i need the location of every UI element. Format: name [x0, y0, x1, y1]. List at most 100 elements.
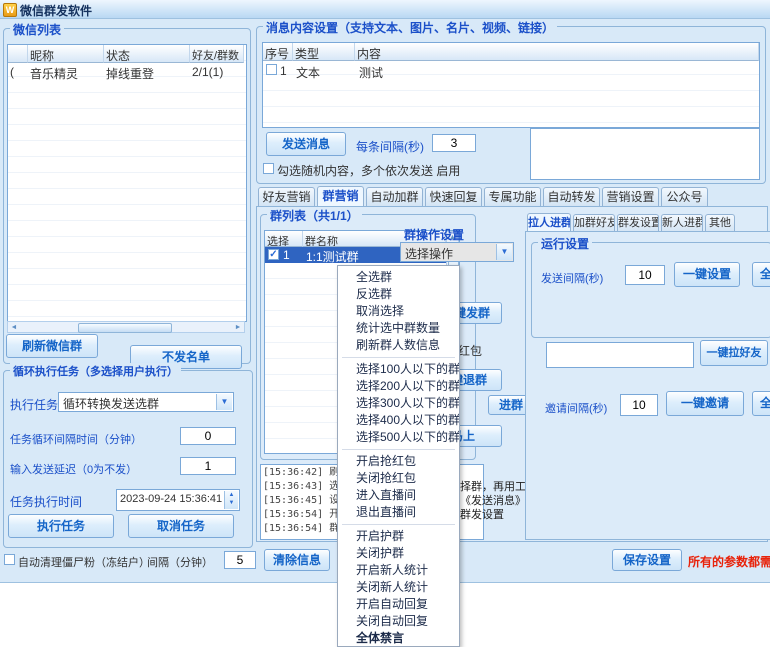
menu-separator	[342, 449, 455, 450]
menu-item-count-selected[interactable]: 统计选中群数量	[338, 320, 459, 337]
menu-item-refresh-counts[interactable]: 刷新群人数信息	[338, 337, 459, 354]
menu-item-cancel-selection[interactable]: 取消选择	[338, 303, 459, 320]
tab-friend-marketing[interactable]: 好友营销	[258, 187, 315, 206]
tab-marketing-settings[interactable]: 营销设置	[602, 187, 659, 206]
cancel-task-button[interactable]: 取消任务	[128, 514, 234, 538]
account-list-title: 微信列表	[10, 21, 64, 38]
subtab-send-settings[interactable]: 群发设置	[617, 214, 659, 232]
invite-gap-input[interactable]	[620, 394, 658, 416]
account-col-counts[interactable]: 好友/群数	[190, 45, 244, 63]
account-row-status[interactable]: 掉线重登	[106, 65, 188, 82]
message-table[interactable]: 序号 类型 内容 1 文本 测试	[262, 42, 760, 128]
task-time-picker[interactable]: 2023-09-24 15:36:41 ▲▼	[116, 489, 240, 511]
menu-item-enter-live[interactable]: 进入直播间	[338, 487, 459, 504]
task-delay-label: 输入发送延迟（0为不发）	[10, 461, 137, 477]
window-title: 微信群发软件	[20, 2, 92, 19]
autoclean-label: 自动清理僵尸粉（冻结户）	[18, 554, 150, 570]
menu-item-select-under-100[interactable]: 选择100人以下的群	[338, 361, 459, 378]
clear-info-button[interactable]: 清除信息	[264, 549, 330, 571]
account-col-status[interactable]: 状态	[104, 45, 190, 63]
menu-item-select-under-400[interactable]: 选择400人以下的群	[338, 412, 459, 429]
chevron-down-icon[interactable]: ▼	[496, 244, 512, 260]
menu-item-select-under-200[interactable]: 选择200人以下的群	[338, 378, 459, 395]
subtab-new-member[interactable]: 新人进群	[661, 214, 703, 232]
task-exec-label: 执行任务	[10, 396, 58, 413]
message-row-no: 1	[280, 64, 287, 78]
menu-item-enable-newcomer-stats[interactable]: 开启新人统计	[338, 562, 459, 579]
menu-item-exit-live[interactable]: 退出直播间	[338, 504, 459, 521]
friend-name-input[interactable]	[546, 342, 694, 368]
message-col-content[interactable]: 内容	[355, 43, 759, 61]
group-row-checkbox[interactable]: ✓	[268, 249, 279, 260]
menu-item-mute-all[interactable]: 全体禁言	[338, 630, 459, 647]
scroll-thumb[interactable]	[78, 323, 172, 333]
message-col-no[interactable]: 序号	[263, 43, 293, 61]
group-op-select[interactable]: 选择操作 ▼	[400, 242, 514, 262]
scroll-left-icon[interactable]: ◄	[9, 323, 19, 333]
random-content-checkbox[interactable]	[263, 163, 274, 174]
account-table[interactable]: 昵称 状态 好友/群数 ( 音乐精灵 掉线重登 2/1(1)	[7, 44, 247, 322]
spinner-icon[interactable]: ▲▼	[224, 491, 238, 509]
group-col-select[interactable]: 选择	[265, 231, 303, 247]
account-row-nick[interactable]: 音乐精灵	[30, 65, 102, 82]
menu-item-disable-newcomer-stats[interactable]: 关闭新人统计	[338, 579, 459, 596]
tab-official-account[interactable]: 公众号	[661, 187, 708, 206]
title-bar[interactable]: W 微信群发软件	[0, 0, 770, 19]
message-row-checkbox[interactable]	[266, 64, 277, 75]
invite-more-button[interactable]: 全选	[752, 391, 770, 416]
refresh-groups-button[interactable]: 刷新微信群	[6, 334, 98, 358]
one-click-pull-friend-button[interactable]: 一键拉好友	[700, 340, 768, 366]
one-click-invite-button[interactable]: 一键邀请	[666, 391, 744, 416]
menu-item-enable-autoreply[interactable]: 开启自动回复	[338, 596, 459, 613]
tab-auto-forward[interactable]: 自动转发	[543, 187, 600, 206]
subtab-pull-into-group[interactable]: 拉人进群	[527, 213, 571, 232]
menu-item-select-under-500[interactable]: 选择500人以下的群	[338, 429, 459, 446]
menu-item-select-all[interactable]: 全选群	[338, 269, 459, 286]
menu-item-enable-redpacket[interactable]: 开启抢红包	[338, 453, 459, 470]
setup-more-button[interactable]: 全选	[752, 262, 770, 287]
send-gap-input[interactable]	[625, 265, 665, 285]
message-extra-textarea[interactable]	[530, 128, 760, 180]
chevron-down-icon[interactable]: ▼	[216, 394, 232, 410]
message-title: 消息内容设置（支持文本、图片、名片、视频、链接）	[263, 19, 557, 36]
menu-item-invert-selection[interactable]: 反选群	[338, 286, 459, 303]
send-message-button[interactable]: 发送消息	[266, 132, 346, 156]
menu-item-enable-guard[interactable]: 开启护群	[338, 528, 459, 545]
tab-group-marketing[interactable]: 群营销	[317, 186, 364, 206]
invite-gap-label: 邀请间隔(秒)	[545, 400, 607, 416]
group-row-name: 1:1测试群	[306, 248, 359, 265]
menu-item-select-under-300[interactable]: 选择300人以下的群	[338, 395, 459, 412]
subtab-other[interactable]: 其他	[705, 214, 735, 232]
task-delay-input[interactable]	[180, 457, 236, 475]
task-exec-select[interactable]: 循环转换发送选群 ▼	[58, 392, 234, 412]
group-list-title: 群列表（共1/1）	[267, 207, 362, 224]
tab-special-functions[interactable]: 专属功能	[484, 187, 541, 206]
scroll-right-icon[interactable]: ►	[233, 323, 243, 333]
account-row-counts[interactable]: 2/1(1)	[192, 65, 244, 79]
subtab-add-group-friends[interactable]: 加群好友	[573, 214, 615, 232]
message-row-type[interactable]: 文本	[296, 64, 352, 81]
message-interval-input[interactable]	[432, 134, 476, 152]
autoclean-interval-label: 间隔（分钟）	[147, 554, 213, 570]
menu-item-disable-guard[interactable]: 关闭护群	[338, 545, 459, 562]
group-op-value: 选择操作	[405, 245, 495, 262]
account-hscrollbar[interactable]: ◄ ►	[7, 321, 245, 333]
save-warning-text: 所有的参数都需要保存	[688, 553, 770, 570]
save-settings-button[interactable]: 保存设置	[612, 549, 682, 571]
task-time-label: 任务执行时间	[10, 493, 82, 510]
tab-quick-reply[interactable]: 快速回复	[425, 187, 482, 206]
message-row-content[interactable]: 测试	[359, 64, 755, 81]
run-task-button[interactable]: 执行任务	[8, 514, 114, 538]
task-loop-input[interactable]	[180, 427, 236, 445]
account-col-nick[interactable]: 昵称	[28, 45, 104, 63]
task-loop-label: 任务循环间隔时间（分钟）	[10, 431, 142, 447]
autoclean-input[interactable]	[224, 551, 256, 569]
one-click-setup-button[interactable]: 一键设置	[674, 262, 740, 287]
menu-item-disable-redpacket[interactable]: 关闭抢红包	[338, 470, 459, 487]
autoclean-checkbox[interactable]	[4, 554, 15, 565]
tab-auto-join-group[interactable]: 自动加群	[366, 187, 423, 206]
message-col-type[interactable]: 类型	[293, 43, 355, 61]
menu-separator	[342, 524, 455, 525]
menu-item-disable-autoreply[interactable]: 关闭自动回复	[338, 613, 459, 630]
account-col-marker	[8, 45, 28, 63]
